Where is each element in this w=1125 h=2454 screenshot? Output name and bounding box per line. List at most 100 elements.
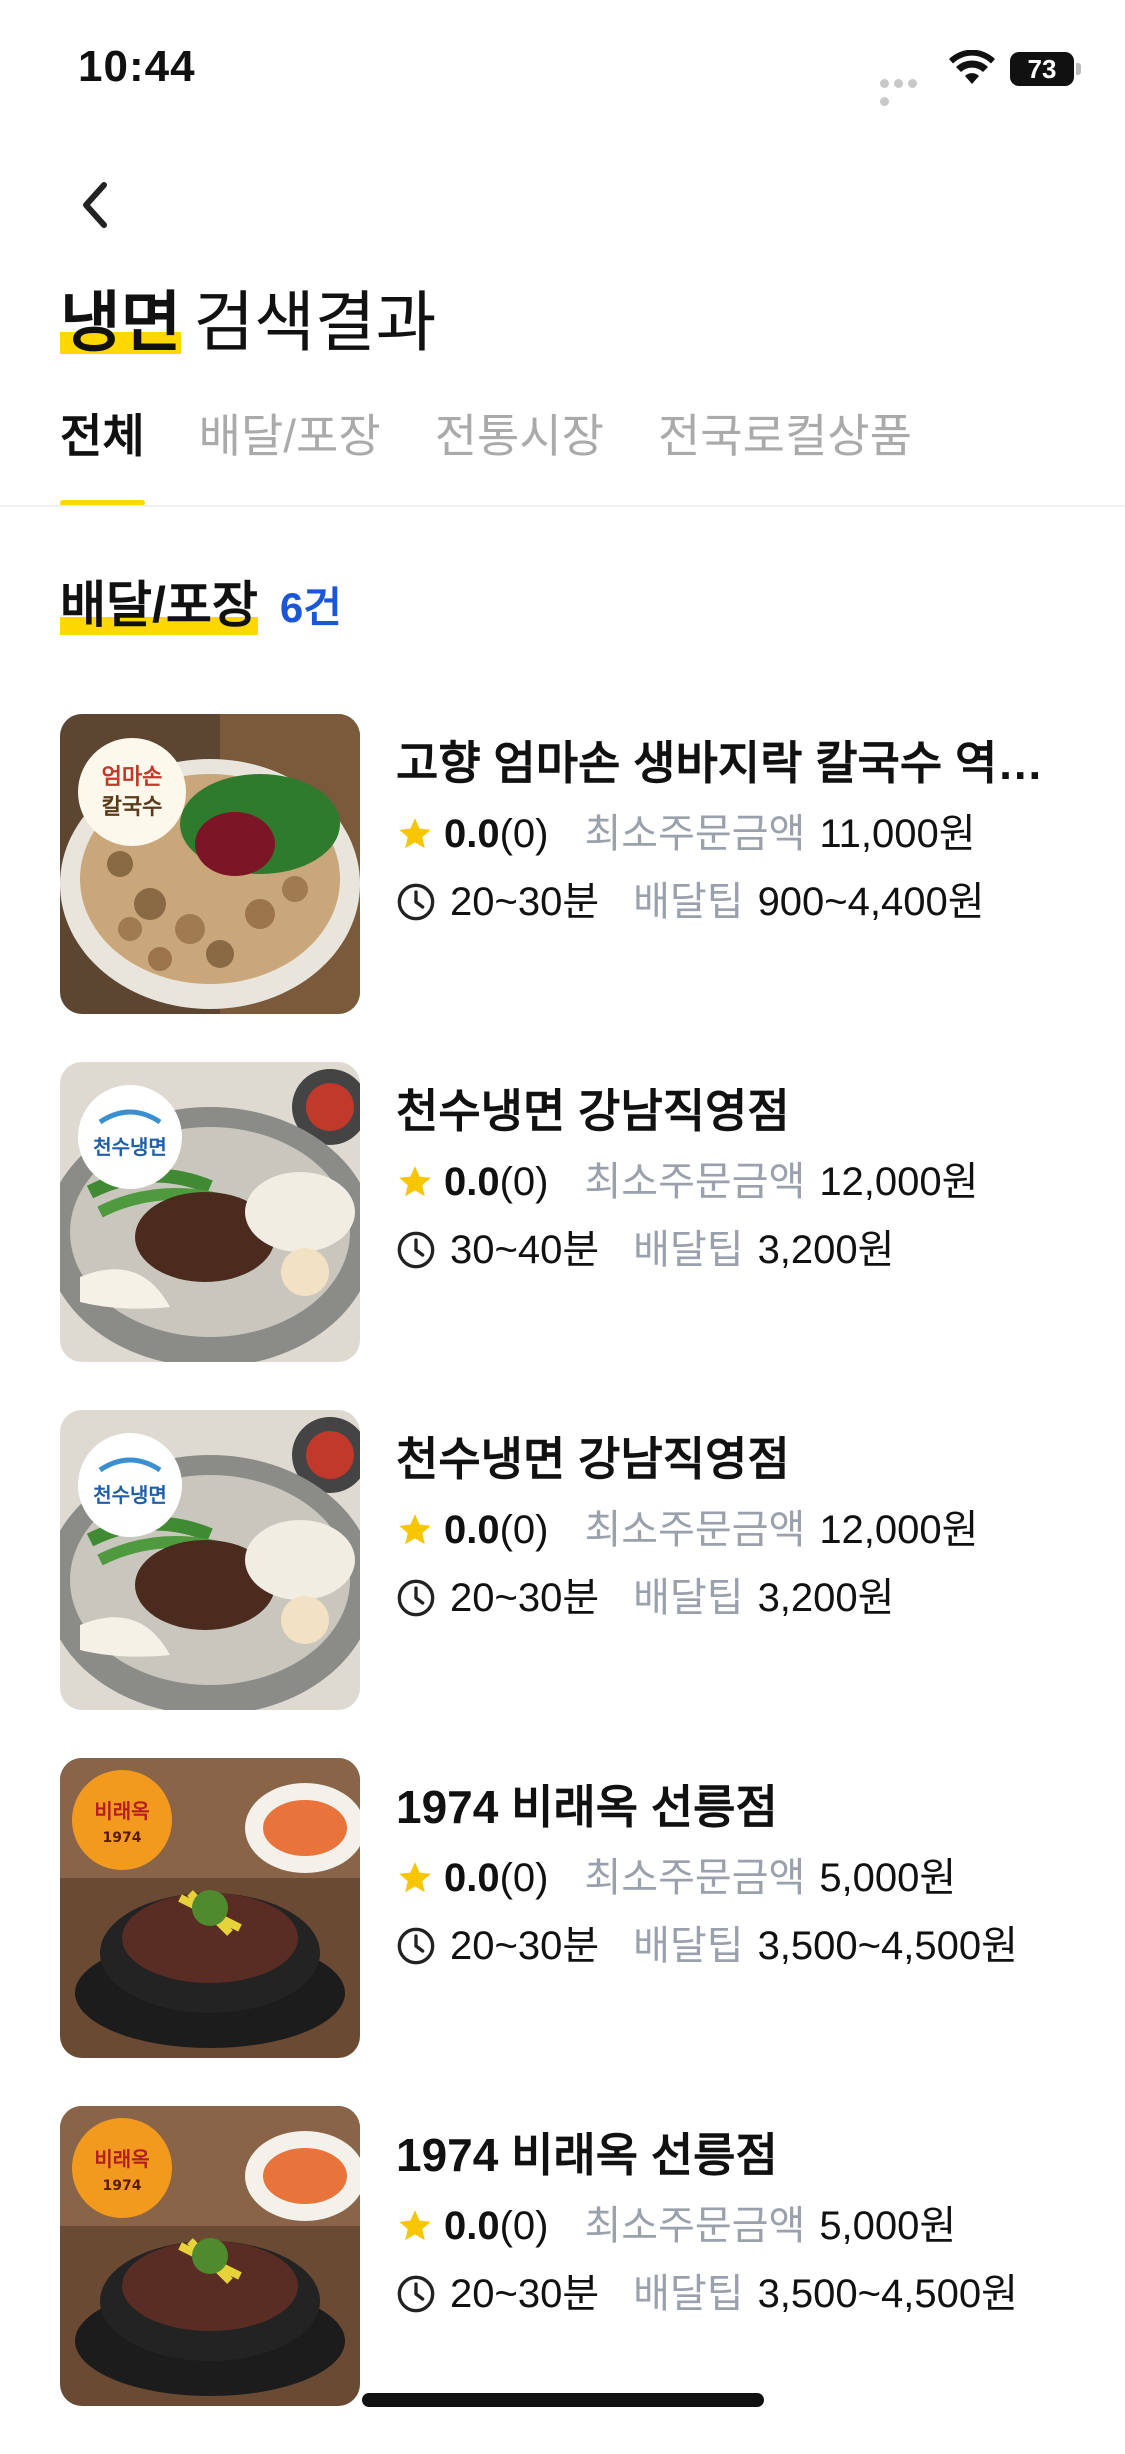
rating-value: 0.0 xyxy=(444,812,500,856)
star-icon xyxy=(399,1862,431,1893)
star-icon xyxy=(399,818,431,849)
delivery-tip-value: 3,500~4,500원 xyxy=(757,2272,1018,2316)
logo-text: 비래옥 xyxy=(94,1799,149,1823)
store-name: 천수냉면 강남직영점 xyxy=(396,1433,790,1485)
delivery-row: 30~40분 배달팁 3,200원 xyxy=(396,1224,1086,1276)
store-name: 천수냉면 강남직영점 xyxy=(396,1085,790,1137)
delivery-time: 20~30분 xyxy=(450,1576,600,1620)
store-item[interactable]: 비래옥 1974 1974 비래옥 선릉점 0.0 (0) 최소주문금액 5,0… xyxy=(60,1758,1080,2058)
delivery-time: 20~30분 xyxy=(450,1924,600,1968)
tabs-divider xyxy=(0,505,1125,507)
min-order-label: 최소주문금액 xyxy=(584,2204,806,2248)
logo-text: 칼국수 xyxy=(102,795,163,820)
tab-traditional-market[interactable]: 전통시장 xyxy=(435,400,604,506)
clock-icon xyxy=(397,1927,435,1965)
rating-value: 0.0 xyxy=(444,1508,500,1552)
clock-icon xyxy=(397,883,435,921)
rating-row: 0.0 (0) 최소주문금액 5,000원 xyxy=(396,2200,1086,2252)
delivery-tip-value: 3,500~4,500원 xyxy=(757,1924,1018,1968)
delivery-row: 20~30분 배달팁 3,500~4,500원 xyxy=(396,1920,1086,1972)
clock-icon xyxy=(397,2275,435,2313)
clock-icon xyxy=(397,1579,435,1617)
review-count: (0) xyxy=(499,1508,549,1552)
store-item[interactable]: 천수냉면 천수냉면 강남직영점 0.0 (0) 최소주문금액 12,000원 2… xyxy=(60,1410,1080,1710)
review-count: (0) xyxy=(499,1856,549,1900)
wifi-icon xyxy=(949,50,995,84)
delivery-row: 20~30분 배달팁 900~4,400원 xyxy=(396,876,1086,928)
logo-text: 천수냉면 xyxy=(93,1483,167,1507)
tab-delivery-takeout[interactable]: 배달/포장 xyxy=(199,400,381,506)
rating-value: 0.0 xyxy=(444,2204,500,2248)
store-thumbnail: 비래옥 1974 xyxy=(60,2106,360,2406)
tab-all[interactable]: 전체 xyxy=(60,400,145,506)
title-suffix: 검색결과 xyxy=(193,285,437,359)
store-item[interactable]: 비래옥 1974 1974 비래옥 선릉점 0.0 (0) 최소주문금액 5,0… xyxy=(60,2106,1080,2406)
search-keyword: 냉면 xyxy=(60,282,182,362)
delivery-tip-value: 3,200원 xyxy=(757,1576,895,1620)
store-info: 천수냉면 강남직영점 0.0 (0) 최소주문금액 12,000원 30~40분… xyxy=(396,1082,1086,1276)
cellular-signal-icon xyxy=(880,75,934,106)
star-icon xyxy=(399,1514,431,1545)
store-info: 천수냉면 강남직영점 0.0 (0) 최소주문금액 12,000원 20~30분… xyxy=(396,1430,1086,1624)
min-order-value: 12,000원 xyxy=(819,1160,979,1204)
store-thumbnail: 비래옥 1974 xyxy=(60,1758,360,2058)
store-list: 엄마손 칼국수 고향 엄마손 생바지락 칼국수 역… 0.0 (0) 최소주문금… xyxy=(60,714,1080,2454)
min-order-label: 최소주문금액 xyxy=(584,1856,806,1900)
rating-row: 0.0 (0) 최소주문금액 5,000원 xyxy=(396,1852,1086,1904)
tab-local-products[interactable]: 전국로컬상품 xyxy=(658,400,912,506)
section-title: 배달/포장 xyxy=(60,565,258,637)
rating-row: 0.0 (0) 최소주문금액 11,000원 xyxy=(396,808,1086,860)
delivery-time: 20~30분 xyxy=(450,2272,600,2316)
review-count: (0) xyxy=(499,2204,549,2248)
delivery-tip-label: 배달팁 xyxy=(633,1228,744,1272)
min-order-value: 12,000원 xyxy=(819,1508,979,1552)
store-name: 고향 엄마손 생바지락 칼국수 역… xyxy=(396,737,1044,789)
battery-level: 73 xyxy=(1010,52,1074,86)
min-order-label: 최소주문금액 xyxy=(584,1160,806,1204)
rating-value: 0.0 xyxy=(444,1856,500,1900)
delivery-row: 20~30분 배달팁 3,200원 xyxy=(396,1572,1086,1624)
store-thumbnail: 천수냉면 xyxy=(60,1410,360,1710)
delivery-tip-label: 배달팁 xyxy=(633,1924,744,1968)
logo-text: 비래옥 xyxy=(94,2147,149,2171)
logo-text: 엄마손 xyxy=(102,765,163,790)
store-thumbnail: 천수냉면 xyxy=(60,1062,360,1362)
store-name: 1974 비래옥 선릉점 xyxy=(396,2129,778,2181)
min-order-label: 최소주문금액 xyxy=(584,812,806,856)
battery-icon: 73 xyxy=(1010,52,1082,86)
store-name: 1974 비래옥 선릉점 xyxy=(396,1781,778,1833)
home-indicator[interactable] xyxy=(362,2393,764,2407)
min-order-value: 5,000원 xyxy=(819,2204,957,2248)
delivery-tip-label: 배달팁 xyxy=(633,2272,744,2316)
status-time: 10:44 xyxy=(78,42,196,91)
min-order-value: 11,000원 xyxy=(819,812,976,856)
logo-text: 1974 xyxy=(103,2178,142,2194)
store-info: 1974 비래옥 선릉점 0.0 (0) 최소주문금액 5,000원 20~30… xyxy=(396,1778,1086,1972)
store-thumbnail: 엄마손 칼국수 xyxy=(60,714,360,1014)
result-count: 6건 xyxy=(279,584,342,631)
store-item[interactable]: 엄마손 칼국수 고향 엄마손 생바지락 칼국수 역… 0.0 (0) 최소주문금… xyxy=(60,714,1080,1014)
clock-icon xyxy=(397,1231,435,1269)
review-count: (0) xyxy=(499,812,549,856)
logo-text: 1974 xyxy=(103,1830,142,1846)
delivery-tip-label: 배달팁 xyxy=(633,1576,744,1620)
store-item[interactable]: 천수냉면 천수냉면 강남직영점 0.0 (0) 최소주문금액 12,000원 3… xyxy=(60,1062,1080,1362)
back-button[interactable] xyxy=(60,170,130,240)
review-count: (0) xyxy=(499,1160,549,1204)
min-order-label: 최소주문금액 xyxy=(584,1508,806,1552)
min-order-value: 5,000원 xyxy=(819,1856,957,1900)
star-icon xyxy=(399,2210,431,2241)
delivery-time: 30~40분 xyxy=(450,1228,600,1272)
section-header: 배달/포장 6건 xyxy=(60,565,342,637)
rating-row: 0.0 (0) 최소주문금액 12,000원 xyxy=(396,1156,1086,1208)
delivery-tip-value: 3,200원 xyxy=(757,1228,895,1272)
delivery-tip-label: 배달팁 xyxy=(633,880,744,924)
delivery-time: 20~30분 xyxy=(450,880,600,924)
category-tabs: 전체 배달/포장 전통시장 전국로컬상품 xyxy=(60,400,966,506)
rating-value: 0.0 xyxy=(444,1160,500,1204)
status-bar: 10:44 73 xyxy=(0,0,1125,140)
store-info: 1974 비래옥 선릉점 0.0 (0) 최소주문금액 5,000원 20~30… xyxy=(396,2126,1086,2320)
delivery-tip-value: 900~4,400원 xyxy=(757,880,985,924)
rating-row: 0.0 (0) 최소주문금액 12,000원 xyxy=(396,1504,1086,1556)
page-title: 냉면 검색결과 xyxy=(60,282,436,362)
